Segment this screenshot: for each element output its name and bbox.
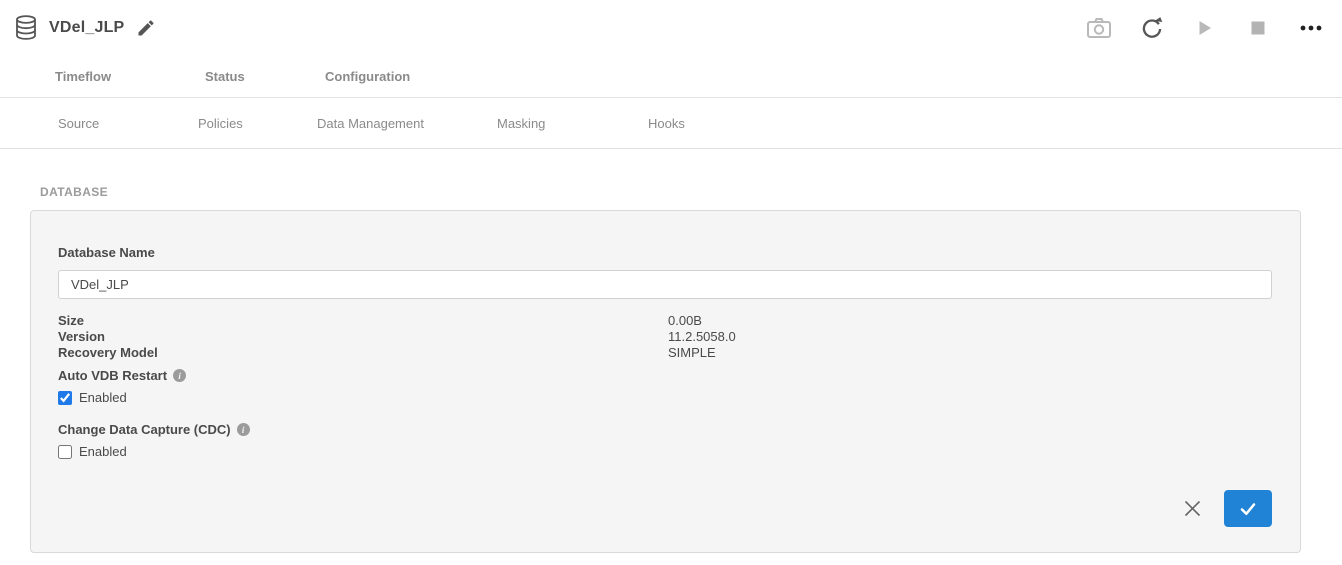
divider: [0, 148, 1342, 149]
cdc-checkbox-label: Enabled: [79, 444, 127, 459]
edit-title-icon[interactable]: [136, 18, 156, 38]
tab-timeflow[interactable]: Timeflow: [55, 69, 205, 84]
size-label: Size: [58, 313, 668, 329]
refresh-icon[interactable]: [1139, 15, 1165, 41]
cdc-label: Change Data Capture (CDC): [58, 422, 231, 437]
database-config-panel: Database Name Size 0.00B Version 11.2.50…: [30, 210, 1301, 553]
info-icon[interactable]: i: [173, 369, 186, 382]
auto-vdb-restart-group: Auto VDB Restart i Enabled: [58, 368, 1272, 405]
snapshot-camera-icon[interactable]: [1086, 15, 1112, 41]
configuration-subtab-bar: Source Policies Data Management Masking …: [0, 98, 1342, 148]
confirm-check-button[interactable]: [1224, 490, 1272, 527]
version-label: Version: [58, 329, 668, 345]
primary-tab-bar: Timeflow Status Configuration: [0, 55, 1342, 97]
subtab-masking[interactable]: Masking: [497, 116, 648, 131]
more-options-ellipsis-icon[interactable]: [1298, 15, 1324, 41]
detail-row-size: Size 0.00B: [58, 313, 1272, 329]
cdc-checkbox[interactable]: [58, 445, 72, 459]
page-title: VDel_JLP: [49, 19, 124, 37]
detail-row-recovery-model: Recovery Model SIMPLE: [58, 345, 1272, 361]
subtab-hooks[interactable]: Hooks: [648, 116, 685, 131]
recovery-model-value: SIMPLE: [668, 345, 716, 361]
auto-vdb-restart-checkbox-label: Enabled: [79, 390, 127, 405]
cdc-group: Change Data Capture (CDC) i Enabled: [58, 422, 1272, 459]
database-icon: [14, 14, 40, 42]
info-icon[interactable]: i: [237, 423, 250, 436]
detail-row-version: Version 11.2.5058.0: [58, 329, 1272, 345]
database-name-input[interactable]: [58, 270, 1272, 299]
auto-vdb-restart-label: Auto VDB Restart: [58, 368, 167, 383]
tab-status[interactable]: Status: [205, 69, 325, 84]
database-name-label: Database Name: [58, 245, 155, 260]
recovery-model-label: Recovery Model: [58, 345, 668, 361]
auto-vdb-restart-checkbox[interactable]: [58, 391, 72, 405]
start-play-icon[interactable]: [1192, 15, 1218, 41]
check-icon: [1238, 499, 1258, 519]
header-actions: [1086, 15, 1324, 41]
database-section-label: DATABASE: [40, 185, 1342, 199]
cancel-x-button[interactable]: [1182, 498, 1203, 519]
version-value: 11.2.5058.0: [668, 329, 736, 345]
subtab-source[interactable]: Source: [58, 116, 198, 131]
panel-footer: [1182, 490, 1272, 527]
tab-configuration[interactable]: Configuration: [325, 69, 410, 84]
subtab-data-management[interactable]: Data Management: [317, 116, 497, 131]
size-value: 0.00B: [668, 313, 702, 329]
stop-icon[interactable]: [1245, 15, 1271, 41]
database-details: Size 0.00B Version 11.2.5058.0 Recovery …: [58, 313, 1272, 361]
app-header: VDel_JLP: [0, 0, 1342, 55]
subtab-policies[interactable]: Policies: [198, 116, 317, 131]
